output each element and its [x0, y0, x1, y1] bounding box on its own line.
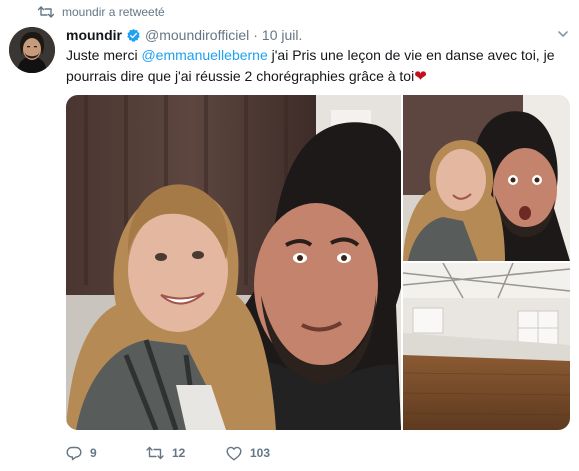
retweet-context-label: moundir a retweeté [62, 5, 165, 19]
reply-count: 9 [90, 446, 97, 460]
tweet-actions: 9 12 103 [66, 443, 306, 463]
retweet-count: 12 [172, 446, 186, 460]
verified-badge-icon [126, 28, 141, 43]
mention-link[interactable]: @emmanuelleberne [141, 47, 267, 63]
tweet-text: Juste merci @emmanuelleberne j'ai Pris u… [66, 45, 572, 87]
heart-emoji: ❤ [414, 68, 427, 85]
author-name[interactable]: moundir [66, 27, 122, 43]
retweet-action-icon [146, 446, 164, 460]
media-grid [66, 95, 570, 430]
reply-icon [66, 446, 82, 461]
retweet-button[interactable]: 12 [146, 446, 226, 460]
photo-dance-studio[interactable] [403, 263, 570, 430]
like-button[interactable]: 103 [226, 446, 306, 461]
separator-dot: · [253, 27, 258, 43]
author-handle[interactable]: @moundirofficiel [145, 27, 249, 43]
reply-button[interactable]: 9 [66, 446, 146, 461]
chevron-down-icon[interactable] [557, 27, 569, 43]
tweet-header: moundir @moundirofficiel · 10 juil. [66, 25, 569, 45]
photo-selfie-main[interactable] [66, 95, 401, 430]
photo-selfie-secondary[interactable] [403, 95, 570, 261]
retweet-icon [38, 6, 54, 18]
like-count: 103 [250, 446, 271, 460]
tweet-date[interactable]: 10 juil. [262, 27, 302, 43]
avatar[interactable] [9, 27, 55, 73]
tweet-text-start: Juste merci [66, 47, 142, 63]
retweet-context[interactable]: moundir a retweeté [38, 3, 165, 21]
like-icon [226, 446, 242, 461]
